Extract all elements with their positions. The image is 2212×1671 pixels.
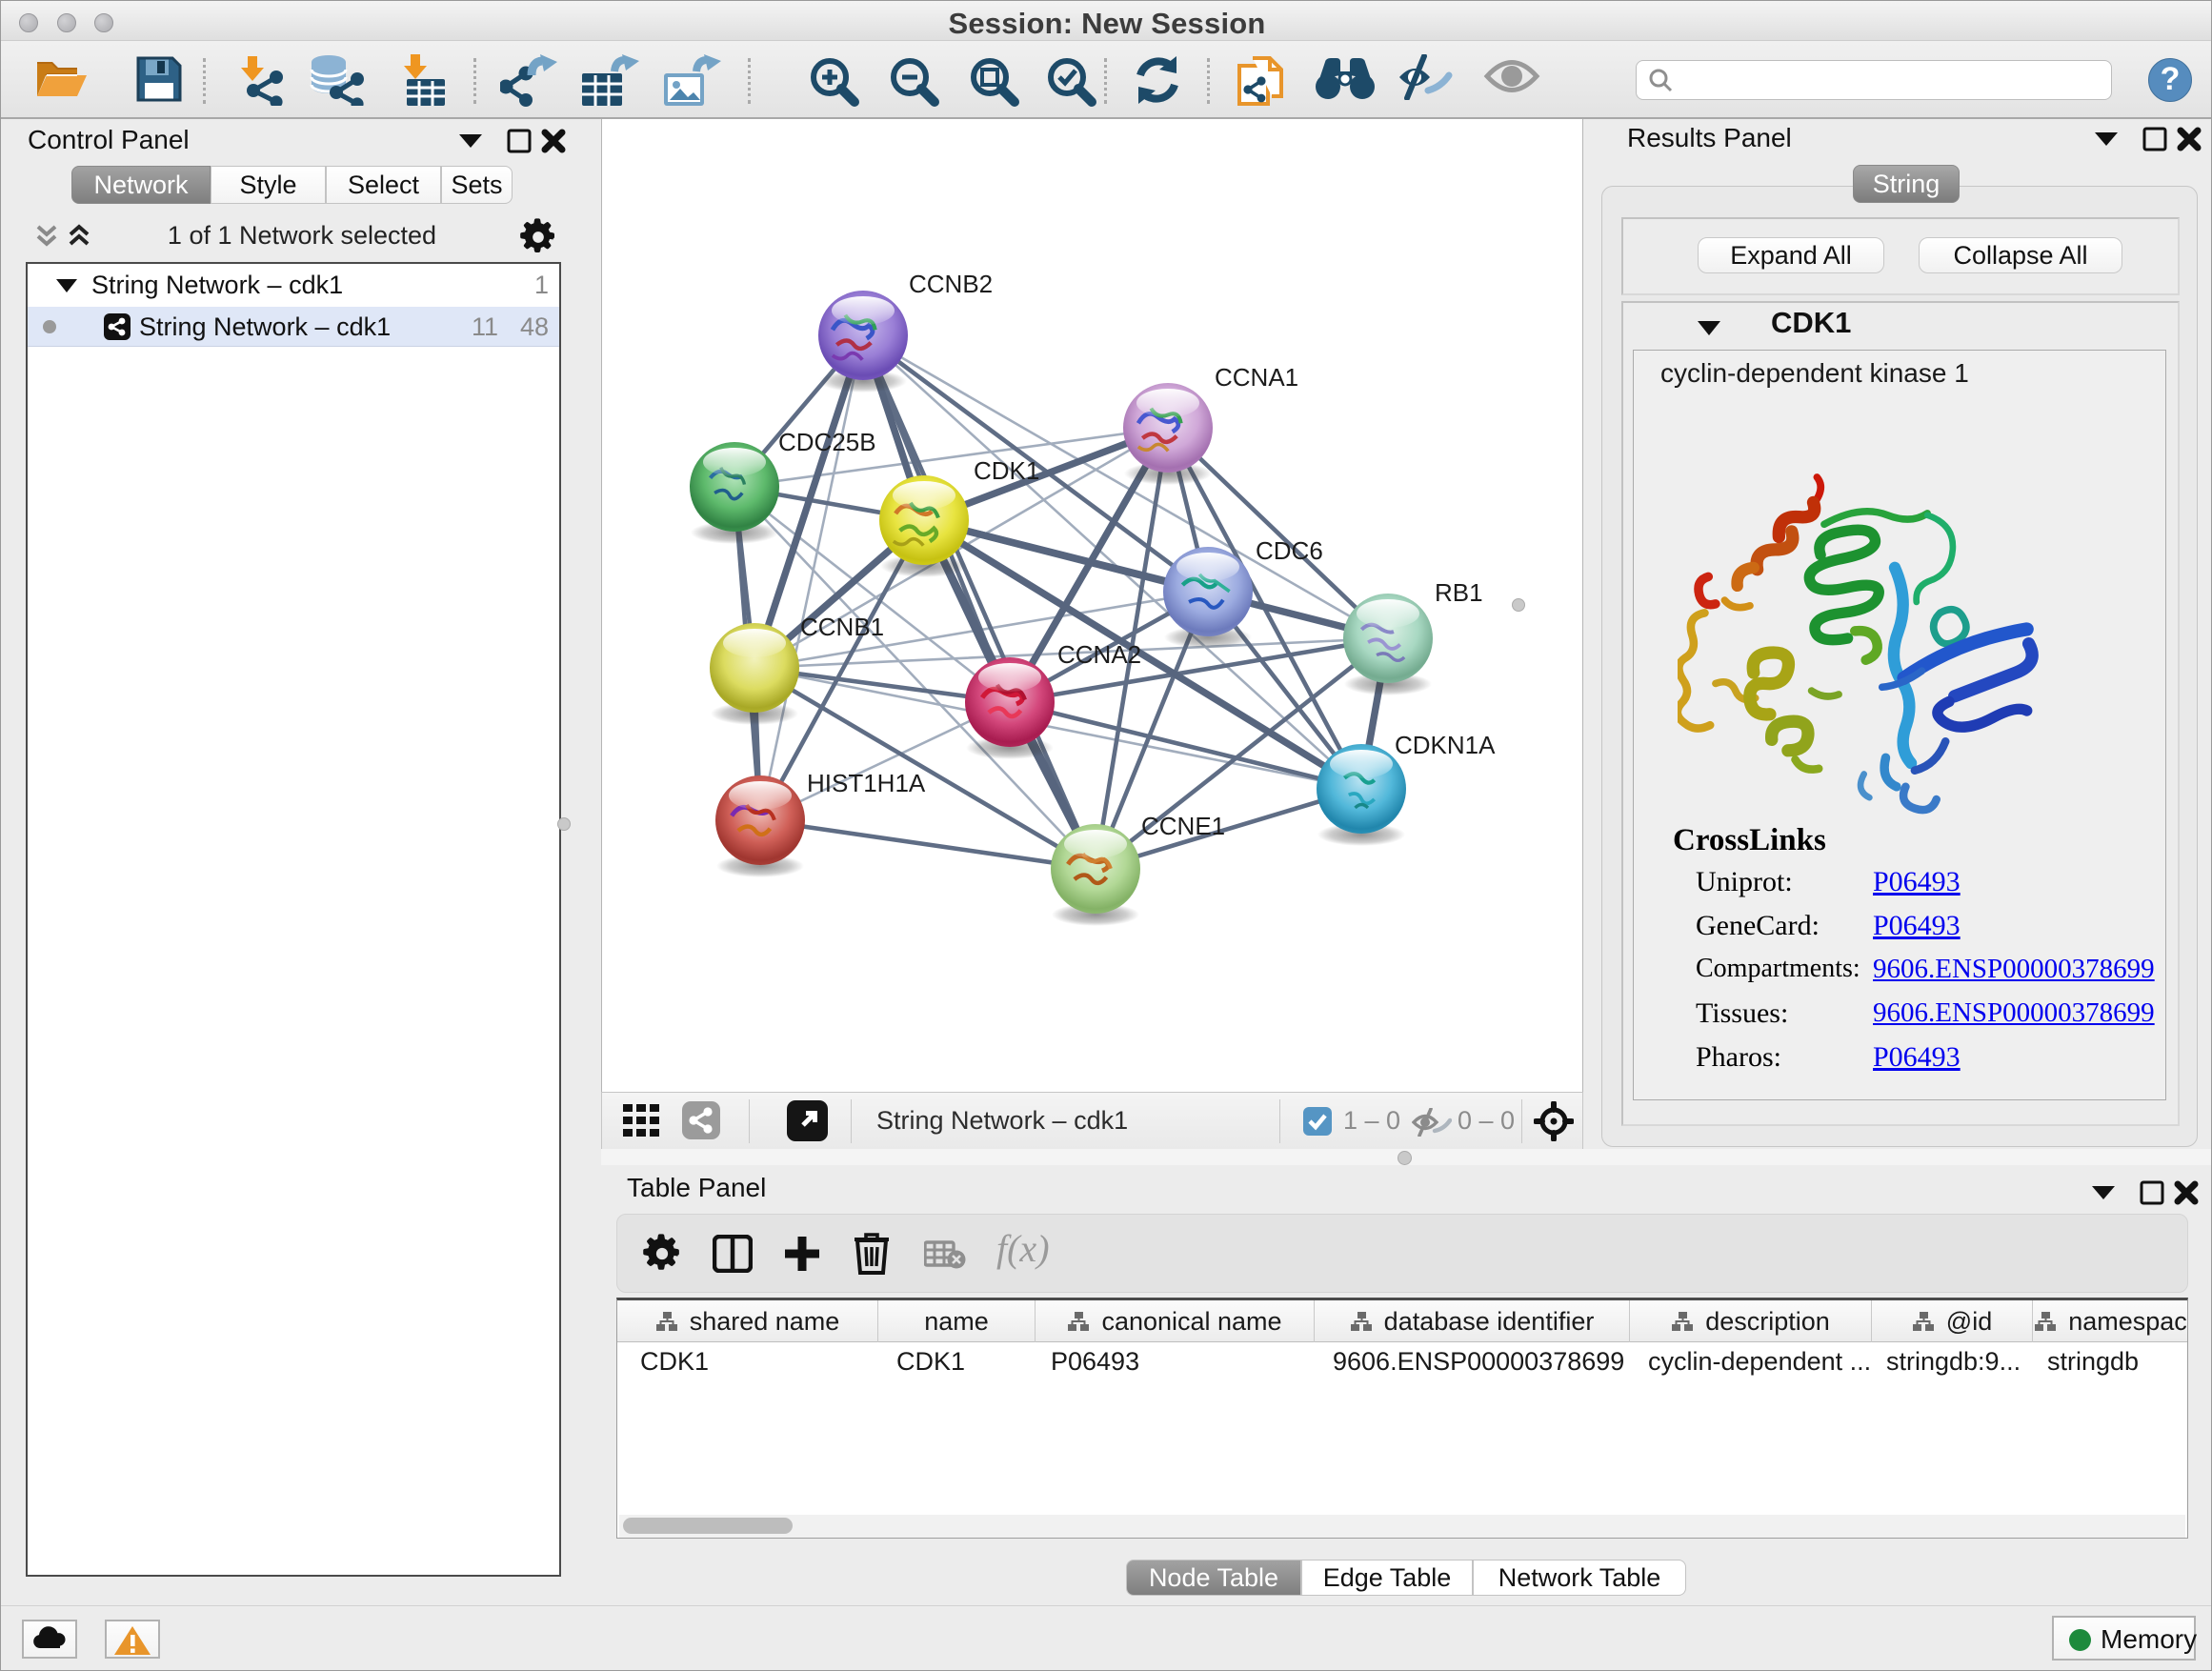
svg-text:CDC6: CDC6 [1256,536,1323,565]
svg-text:CCNB1: CCNB1 [800,613,884,641]
svg-text:CCNA1: CCNA1 [1215,363,1298,392]
svg-text:CCNB2: CCNB2 [909,270,993,298]
svg-text:CDC25B: CDC25B [778,428,876,456]
svg-text:CCNA2: CCNA2 [1057,640,1141,669]
svg-text:CDKN1A: CDKN1A [1395,731,1496,759]
svg-text:CDK1: CDK1 [974,456,1039,485]
svg-text:CCNE1: CCNE1 [1141,812,1225,840]
svg-text:RB1: RB1 [1435,578,1483,607]
svg-text:HIST1H1A: HIST1H1A [807,769,926,797]
